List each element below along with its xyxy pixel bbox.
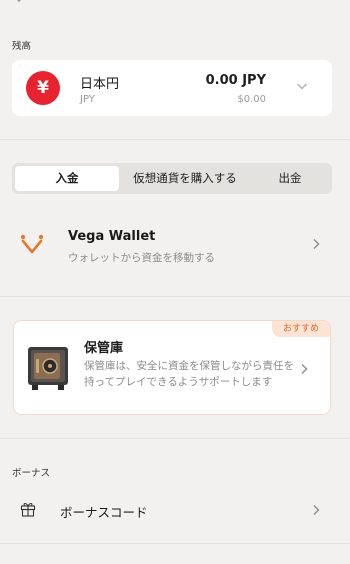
vega-wallet-title: Vega Wallet [68,229,156,244]
bonus-section-label: ボーナス [12,468,51,479]
recommended-badge: おすすめ [272,321,330,337]
chevron-right-icon [301,364,308,374]
tab-withdraw[interactable]: 出金 [251,166,329,191]
vault-card[interactable]: おすすめ 保管庫 保管庫は、安全に資金を保管しながら責任を持ってプレイできるよう… [13,320,331,415]
chevron-right-icon [313,505,320,515]
chevron-right-icon [313,239,320,249]
currency-code: JPY [80,94,95,105]
safe-icon [28,347,68,390]
back-chevron-icon[interactable] [12,0,26,4]
balance-amount: 0.00 JPY [205,73,266,88]
currency-name: 日本円 [80,77,120,92]
balance-section-label: 残高 [12,41,32,52]
bonus-code-row[interactable]: ボーナスコード [0,488,350,532]
chevron-down-icon [297,83,307,90]
vega-wallet-row[interactable]: Vega Wallet ウォレットから資金を移動する [0,218,350,274]
bonus-code-label: ボーナスコード [60,505,148,520]
balance-amount-usd: $0.00 [237,94,266,105]
divider [0,139,350,140]
gift-icon [20,502,36,517]
vault-description: 保管庫は、安全に資金を保管しながら責任を持ってプレイできるようサポートします [84,360,294,388]
vault-title: 保管庫 [84,341,124,356]
divider [0,543,350,544]
tab-deposit[interactable]: 入金 [15,166,119,191]
divider [0,438,350,439]
yen-icon: ¥ [26,71,60,105]
vega-wallet-logo-icon [20,234,44,254]
tab-buy-crypto[interactable]: 仮想通貨を購入する [119,166,251,191]
vega-wallet-subtitle: ウォレットから資金を移動する [68,252,215,264]
currency-selector[interactable]: ¥ 日本円 JPY 0.00 JPY $0.00 [12,60,332,116]
divider [0,296,350,297]
transaction-tabs: 入金 仮想通貨を購入する 出金 [12,163,332,194]
